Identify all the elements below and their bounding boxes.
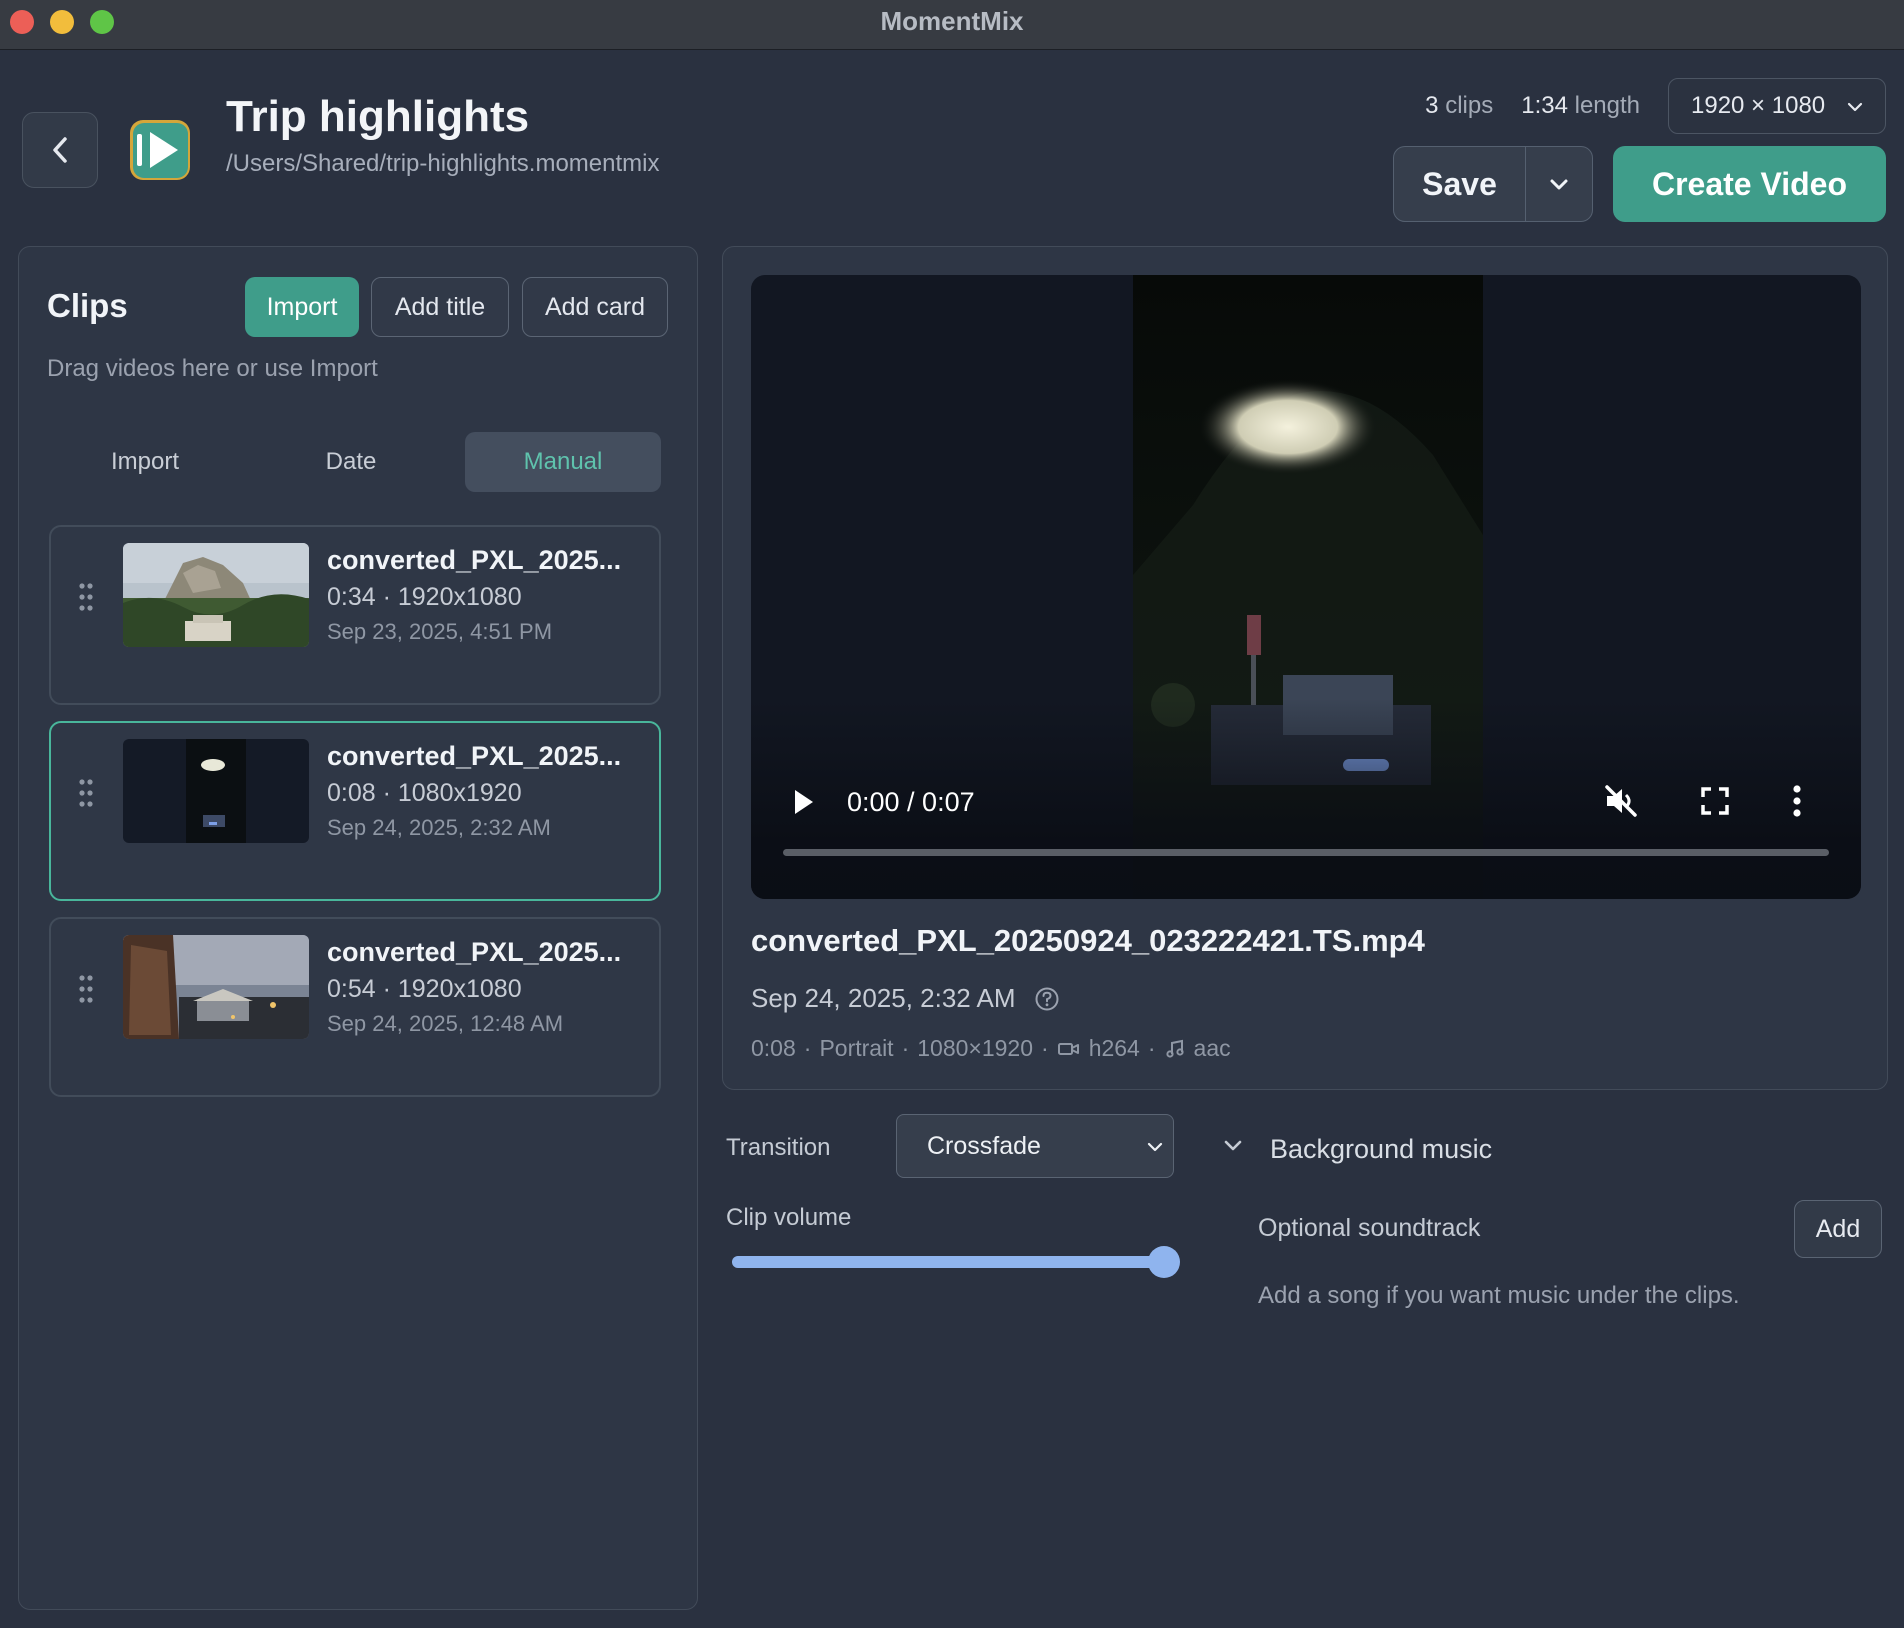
- clip-date: Sep 23, 2025, 4:51 PM: [327, 619, 553, 644]
- clip-meta: 0:34 · 1920x1080: [327, 583, 522, 611]
- clip-volume-label: Clip volume: [726, 1204, 852, 1231]
- clip-date: Sep 24, 2025, 2:32 AM: [327, 815, 551, 840]
- project-stats: 3 clips 1:34 length: [1425, 92, 1640, 120]
- slider-fill: [732, 1256, 1164, 1268]
- slider-thumb[interactable]: [1148, 1246, 1180, 1278]
- sort-tab-date[interactable]: Date: [253, 432, 449, 492]
- add-soundtrack-button[interactable]: Add: [1794, 1200, 1882, 1258]
- music-note-icon: [1165, 1039, 1184, 1058]
- mute-icon[interactable]: [1601, 781, 1641, 821]
- drop-hint: Drag videos here or use Import: [47, 355, 378, 382]
- sort-tab-manual[interactable]: Manual: [465, 432, 661, 492]
- save-options-button[interactable]: [1526, 147, 1592, 221]
- preview-panel: 0:00 / 0:07 converted_PXL_20250924_02322…: [722, 246, 1888, 1090]
- save-button-group: Save: [1393, 146, 1593, 222]
- chevron-down-icon[interactable]: [1220, 1133, 1246, 1159]
- sort-tab-import[interactable]: Import: [47, 432, 243, 492]
- video-time: 0:00 / 0:07: [847, 787, 975, 817]
- chevron-left-icon: [53, 137, 67, 163]
- import-button[interactable]: Import: [245, 277, 359, 337]
- sort-segmented-control: Import Date Manual: [47, 432, 661, 492]
- clip-volume-slider[interactable]: [732, 1246, 1180, 1278]
- preview-file-name: converted_PXL_20250924_023222421.TS.mp4: [751, 923, 1425, 958]
- help-circle-icon[interactable]: [1034, 986, 1060, 1012]
- create-video-button[interactable]: Create Video: [1613, 146, 1886, 222]
- more-vertical-icon[interactable]: [1789, 781, 1805, 821]
- transition-value: Crossfade: [927, 1131, 1041, 1160]
- drag-handle-icon[interactable]: [79, 975, 93, 1003]
- spec-audio-codec: aac: [1193, 1035, 1231, 1061]
- window-title-bar: MomentMix: [0, 0, 1904, 50]
- soundtrack-label: Optional soundtrack: [1258, 1214, 1481, 1242]
- transition-select[interactable]: Crossfade: [896, 1114, 1174, 1178]
- video-player[interactable]: 0:00 / 0:07: [751, 275, 1861, 899]
- spec-dimensions: 1080×1920: [917, 1035, 1034, 1061]
- clip-meta: 0:08 · 1080x1920: [327, 779, 522, 807]
- spec-duration: 0:08: [751, 1035, 796, 1061]
- clip-item[interactable]: converted_PXL_2025... 0:34 · 1920x1080 S…: [49, 525, 661, 705]
- fullscreen-icon[interactable]: [1697, 783, 1733, 819]
- project-title: Trip highlights: [226, 92, 530, 141]
- window-title: MomentMix: [880, 6, 1024, 36]
- clip-thumbnail: [123, 543, 309, 647]
- clips-panel: Clips Import Add title Add card Drag vid…: [18, 246, 698, 1610]
- transition-label: Transition: [726, 1134, 831, 1161]
- preview-date-row: Sep 24, 2025, 2:32 AM: [751, 983, 1060, 1014]
- spec-video-codec: h264: [1088, 1035, 1140, 1061]
- clip-name: converted_PXL_2025...: [327, 937, 622, 967]
- clip-meta: 0:54 · 1920x1080: [327, 975, 522, 1003]
- drag-handle-icon[interactable]: [79, 583, 93, 611]
- clip-count: 3 clips: [1425, 92, 1494, 119]
- background-music-toggle[interactable]: Background music: [1270, 1134, 1492, 1165]
- video-progress-track[interactable]: [783, 849, 1829, 856]
- project-path: /Users/Shared/trip-highlights.momentmix: [226, 150, 660, 177]
- spec-orientation: Portrait: [819, 1035, 894, 1061]
- add-title-button[interactable]: Add title: [371, 277, 509, 337]
- clip-name: converted_PXL_2025...: [327, 741, 622, 771]
- play-icon[interactable]: [791, 787, 817, 817]
- resolution-value: 1920 × 1080: [1691, 92, 1826, 119]
- preview-date: Sep 24, 2025, 2:32 AM: [751, 983, 1016, 1013]
- video-camera-icon: [1057, 1042, 1079, 1055]
- chevron-down-icon: [1847, 102, 1863, 112]
- chevron-down-icon: [1147, 1142, 1163, 1152]
- clip-name: converted_PXL_2025...: [327, 545, 622, 575]
- chevron-down-icon: [1550, 179, 1568, 190]
- clip-thumbnail: [123, 739, 309, 843]
- clip-item-selected[interactable]: converted_PXL_2025... 0:08 · 1080x1920 S…: [49, 721, 661, 901]
- app-logo-icon: [130, 120, 190, 180]
- soundtrack-hint: Add a song if you want music under the c…: [1258, 1282, 1740, 1309]
- save-button[interactable]: Save: [1394, 147, 1526, 221]
- clip-thumbnail: [123, 935, 309, 1039]
- drag-handle-icon[interactable]: [79, 779, 93, 807]
- preview-specs: 0:08 · Portrait · 1080×1920 · h264 · aac: [751, 1035, 1231, 1061]
- resolution-select[interactable]: 1920 × 1080: [1668, 78, 1886, 134]
- back-button[interactable]: [22, 112, 98, 188]
- clips-heading: Clips: [47, 287, 128, 324]
- clip-date: Sep 24, 2025, 12:48 AM: [327, 1011, 564, 1036]
- clip-item[interactable]: converted_PXL_2025... 0:54 · 1920x1080 S…: [49, 917, 661, 1097]
- add-card-button[interactable]: Add card: [522, 277, 668, 337]
- project-length: 1:34 length: [1521, 92, 1640, 119]
